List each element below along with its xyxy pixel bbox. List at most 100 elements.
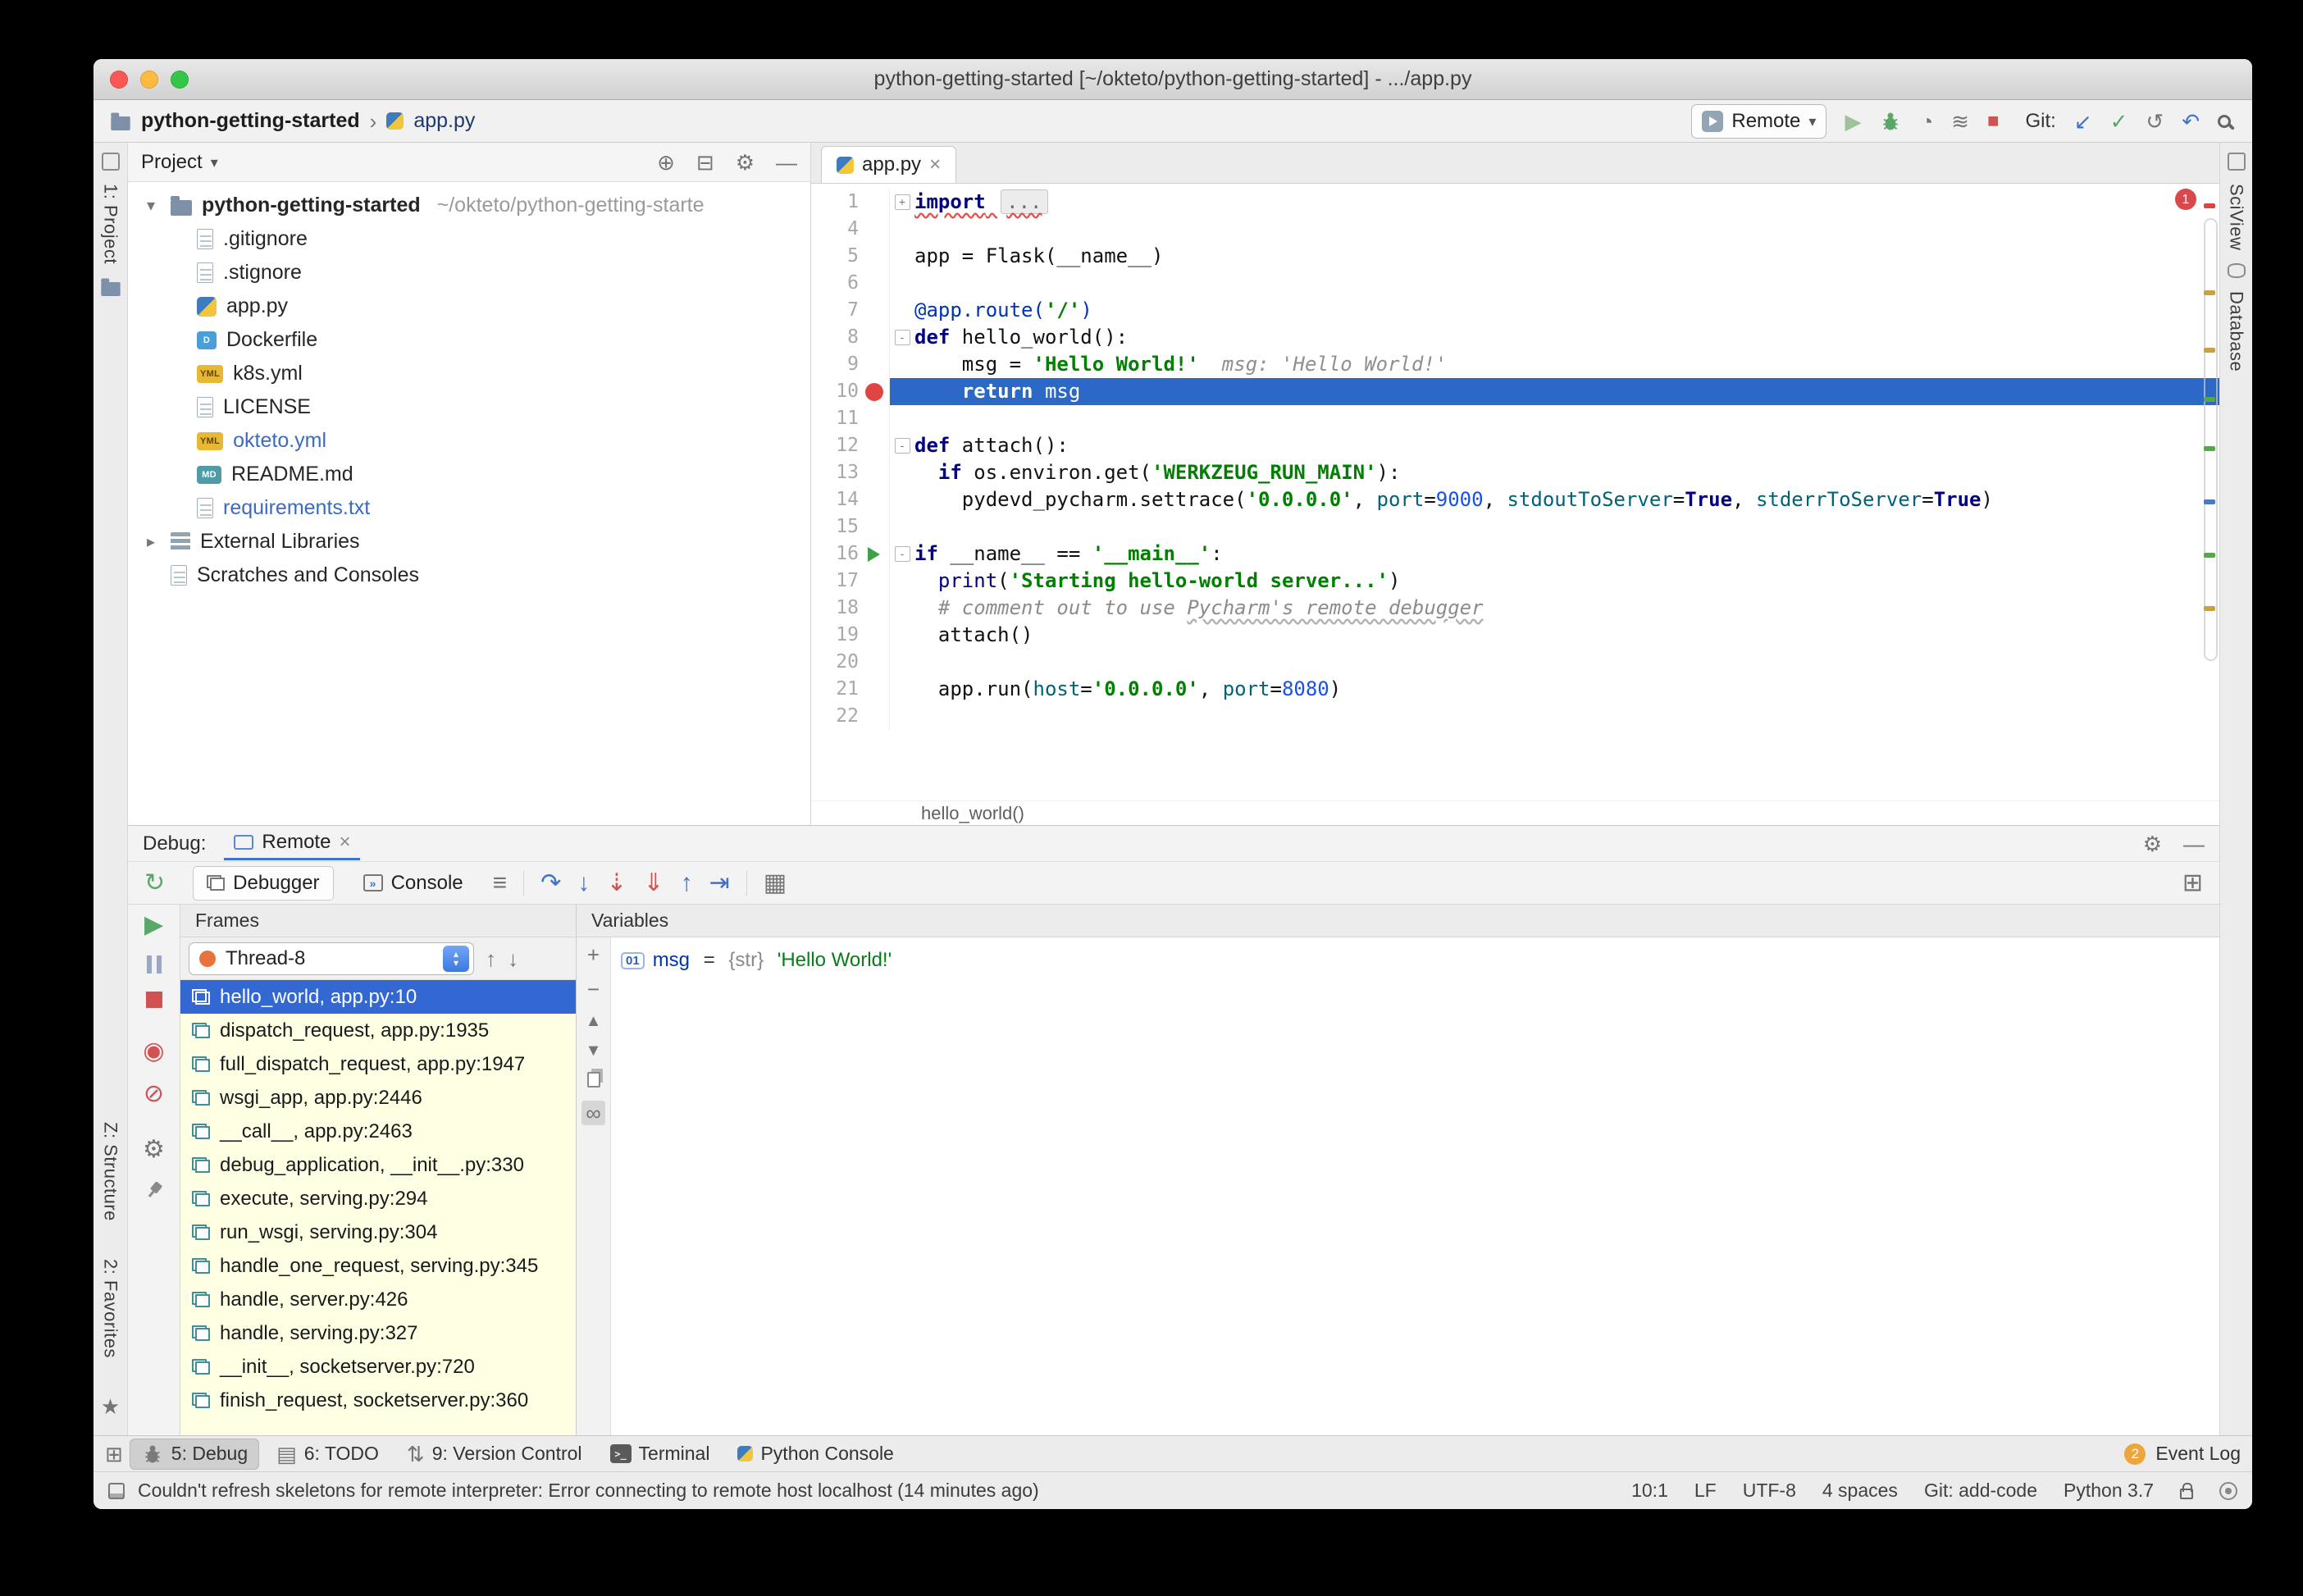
tree-item-requirements.txt[interactable]: requirements.txt xyxy=(128,491,810,525)
close-icon[interactable]: × xyxy=(929,155,941,175)
move-up-button[interactable]: ▲ xyxy=(586,1013,602,1029)
previous-frame-button[interactable]: ↑ xyxy=(486,948,496,969)
close-icon[interactable]: × xyxy=(339,832,350,852)
code-line-18[interactable]: 18 # comment out to use Pycharm's remote… xyxy=(811,595,2219,622)
frame-row[interactable]: finish_request, socketserver.py:360 xyxy=(180,1384,576,1417)
error-stripe-mark[interactable] xyxy=(2204,499,2215,504)
collapse-all-button[interactable]: ⊟ xyxy=(696,152,714,173)
status-message[interactable]: Couldn't refresh skeletons for remote in… xyxy=(138,1480,1039,1502)
toolwindow-button-6-todo[interactable]: ▤ 6: TODO xyxy=(266,1439,390,1468)
error-stripe-mark[interactable] xyxy=(2204,553,2215,558)
pin-icon[interactable] xyxy=(140,1176,168,1204)
run-line-icon[interactable] xyxy=(868,546,880,562)
code-line-14[interactable]: 14 pydevd_pycharm.settrace('0.0.0.0', po… xyxy=(811,486,2219,513)
status-item[interactable]: Git: add-code xyxy=(1924,1480,2037,1502)
show-watches-toggle[interactable]: ∞ xyxy=(581,1101,605,1125)
code-line-7[interactable]: 7 @app.route('/') xyxy=(811,297,2219,324)
tree-item-.gitignore[interactable]: .gitignore xyxy=(128,222,810,256)
expand-arrow-icon[interactable]: ▸ xyxy=(141,531,161,552)
run-config-selector[interactable]: Remote ▾ xyxy=(1691,103,1827,139)
move-down-button[interactable]: ▼ xyxy=(586,1042,602,1059)
minimize-window-button[interactable] xyxy=(140,70,158,89)
tree-item-LICENSE[interactable]: LICENSE xyxy=(128,390,810,424)
caret-down-icon[interactable]: ▾ xyxy=(211,155,218,170)
close-window-button[interactable] xyxy=(110,70,128,89)
code-line-5[interactable]: 5 app = Flask(__name__) xyxy=(811,243,2219,270)
stripe-project-button[interactable]: 1: Project xyxy=(100,184,121,264)
code-line-11[interactable]: 11 xyxy=(811,405,2219,432)
tab-debugger[interactable]: Debugger xyxy=(193,865,334,901)
sciview-icon[interactable] xyxy=(2227,153,2246,171)
fold-toggle-icon[interactable]: + xyxy=(894,194,910,210)
error-stripe-mark[interactable] xyxy=(2204,290,2215,295)
hide-panel-button[interactable]: — xyxy=(2183,833,2205,855)
expand-arrow-icon[interactable]: ▾ xyxy=(141,195,161,216)
run-button[interactable]: ▶ xyxy=(1845,111,1861,132)
force-step-into-button[interactable]: ⇓ xyxy=(643,870,664,896)
code-line-9[interactable]: 9 msg = 'Hello World!' msg: 'Hello World!… xyxy=(811,351,2219,378)
error-stripe-mark[interactable] xyxy=(2204,606,2215,611)
resume-button[interactable]: ▶ xyxy=(144,913,163,937)
error-stripe-mark[interactable] xyxy=(2204,446,2215,451)
tree-root[interactable]: ▾ python-getting-started ~/okteto/python-g… xyxy=(128,189,810,222)
code-line-4[interactable]: 4 xyxy=(811,216,2219,243)
status-item[interactable]: Python 3.7 xyxy=(2064,1480,2154,1502)
stripe-database-button[interactable]: Database xyxy=(2226,291,2247,372)
frame-row[interactable]: handle, serving.py:327 xyxy=(180,1316,576,1350)
pause-button[interactable] xyxy=(146,955,162,974)
view-breakpoints-button[interactable]: ◉ xyxy=(143,1039,164,1064)
frame-row[interactable]: __init__, socketserver.py:720 xyxy=(180,1350,576,1384)
code-line-15[interactable]: 15 xyxy=(811,513,2219,540)
code-line-16[interactable]: 16 - if __name__ == '__main__': xyxy=(811,540,2219,568)
editor-tab-app-py[interactable]: app.py × xyxy=(821,146,957,183)
status-item[interactable]: 10:1 xyxy=(1631,1480,1668,1502)
tree-item-okteto.yml[interactable]: YML okteto.yml xyxy=(128,424,810,458)
zoom-window-button[interactable] xyxy=(171,70,189,89)
frame-row[interactable]: debug_application, __init__.py:330 xyxy=(180,1148,576,1182)
profiler-button[interactable]: ≋ xyxy=(1951,111,1969,132)
gear-icon[interactable]: ⚙ xyxy=(2143,833,2162,855)
status-item[interactable]: LF xyxy=(1694,1480,1717,1502)
editor-breadcrumb[interactable]: hello_world() xyxy=(811,800,2219,825)
stop-button[interactable]: ■ xyxy=(1987,111,2000,131)
error-stripe-mark[interactable] xyxy=(2204,397,2215,402)
frame-row[interactable]: handle_one_request, serving.py:345 xyxy=(180,1249,576,1283)
layout-settings-icon[interactable]: ⊞ xyxy=(2182,870,2203,896)
git-update-button[interactable]: ↙ xyxy=(2074,111,2092,132)
toolwindow-button-5-debug[interactable]: 5: Debug xyxy=(129,1438,260,1470)
mute-breakpoints-button[interactable]: ⊘ xyxy=(144,1082,164,1106)
stripe-sciview-button[interactable]: SciView xyxy=(2226,184,2247,250)
step-into-my-code-button[interactable]: ⇣ xyxy=(606,870,627,896)
error-count-badge[interactable]: 1 xyxy=(2175,189,2196,210)
fold-toggle-icon[interactable]: - xyxy=(894,438,910,454)
inspections-profile-icon[interactable] xyxy=(2219,1481,2237,1500)
frame-row[interactable]: run_wsgi, serving.py:304 xyxy=(180,1215,576,1249)
frame-row[interactable]: dispatch_request, app.py:1935 xyxy=(180,1014,576,1047)
fold-toggle-icon[interactable]: - xyxy=(894,330,910,345)
toolwindow-button-terminal[interactable]: >_ Terminal xyxy=(600,1439,721,1468)
tool-windows-icon[interactable]: ⊞ xyxy=(105,1443,123,1465)
hide-panel-button[interactable]: — xyxy=(776,152,797,173)
evaluate-expression-button[interactable]: ▦ xyxy=(764,870,787,896)
tab-console[interactable]: » Console xyxy=(350,867,477,900)
step-over-button[interactable]: ↷ xyxy=(540,870,561,896)
run-to-cursor-button[interactable]: ⇥ xyxy=(709,870,730,896)
project-tool-icon[interactable] xyxy=(101,153,120,171)
step-into-button[interactable]: ↓ xyxy=(577,870,590,896)
event-log-button[interactable]: Event Log xyxy=(2155,1443,2241,1465)
thread-selector[interactable]: Thread-8 ▴ ▾ xyxy=(189,942,474,975)
variables-tree[interactable]: 01 msg = {str} 'Hello World!' xyxy=(611,937,2219,1435)
toolwindow-button-python-console[interactable]: Python Console xyxy=(727,1439,904,1468)
step-out-button[interactable]: ↑ xyxy=(681,870,693,896)
code-line-6[interactable]: 6 xyxy=(811,270,2219,297)
frame-row[interactable]: handle, server.py:426 xyxy=(180,1283,576,1316)
frame-row[interactable]: wsgi_app, app.py:2446 xyxy=(180,1081,576,1115)
menu-icon[interactable]: ≡ xyxy=(493,870,508,896)
code-line-8[interactable]: 8 - def hello_world(): xyxy=(811,324,2219,351)
tree-item-k8s.yml[interactable]: YML k8s.yml xyxy=(128,357,810,390)
debug-tab-remote[interactable]: Remote × xyxy=(224,827,361,860)
error-stripe-mark[interactable] xyxy=(2204,203,2215,208)
code-line-10[interactable]: 10 return msg xyxy=(811,378,2219,405)
code-line-21[interactable]: 21 app.run(host='0.0.0.0', port=8080) xyxy=(811,676,2219,703)
stripe-favorites-button[interactable]: 2: Favorites xyxy=(100,1259,121,1358)
